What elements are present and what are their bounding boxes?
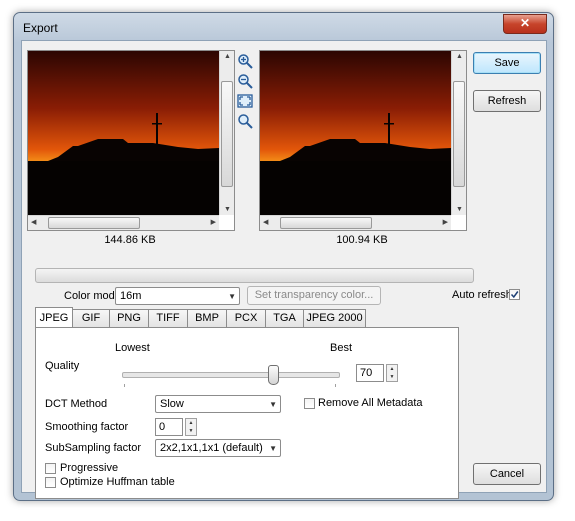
- original-size-label: 144.86 KB: [104, 234, 156, 246]
- quality-stepper[interactable]: ▲ ▼: [386, 364, 398, 382]
- chevron-down-icon: ▼: [228, 292, 236, 301]
- color-mode-value: 16m: [120, 290, 142, 302]
- zoom-toolbar: [237, 53, 255, 133]
- exported-horizontal-scrollbar[interactable]: ◀ ▶: [260, 215, 451, 230]
- cancel-button[interactable]: Cancel: [473, 463, 541, 485]
- lowest-label: Lowest: [115, 342, 150, 354]
- refresh-button[interactable]: Refresh: [473, 90, 541, 112]
- fit-window-icon[interactable]: [237, 93, 253, 109]
- dct-method-label: DCT Method: [45, 398, 108, 410]
- tab-pcx[interactable]: PCX: [226, 309, 266, 327]
- original-horizontal-scrollbar[interactable]: ◀ ▶: [28, 215, 219, 230]
- smoothing-factor-label: Smoothing factor: [45, 421, 129, 433]
- progressive-checkbox[interactable]: [45, 463, 56, 474]
- tab-jpeg-2000[interactable]: JPEG 2000: [303, 309, 366, 327]
- remove-metadata-checkbox[interactable]: [304, 398, 315, 409]
- smoothing-factor-value: 0: [159, 421, 166, 433]
- tab-tga[interactable]: TGA: [265, 309, 304, 327]
- subsampling-factor-value: 2x2,1x1,1x1 (default): [160, 442, 263, 454]
- export-progress-bar: [35, 268, 474, 283]
- smoothing-factor-stepper[interactable]: ▲ ▼: [185, 418, 197, 436]
- tab-jpeg[interactable]: JPEG: [35, 307, 73, 327]
- tab-tiff[interactable]: TIFF: [148, 309, 188, 327]
- chevron-down-icon: ▼: [269, 400, 277, 409]
- color-mode-label: Color mode: [64, 290, 121, 302]
- tab-bmp[interactable]: BMP: [187, 309, 227, 327]
- quality-input[interactable]: 70: [356, 364, 384, 382]
- exported-size-label: 100.94 KB: [336, 234, 388, 246]
- optimize-huffman-checkbox[interactable]: [45, 477, 56, 488]
- set-transparency-color-button[interactable]: Set transparency color...: [247, 286, 381, 305]
- jpeg-options-panel: Quality Lowest Best 70 ▲ ▼ DCT Method Slo…: [35, 327, 459, 499]
- original-image: [28, 51, 219, 215]
- checkmark-icon: [510, 291, 519, 299]
- subsampling-factor-select[interactable]: 2x2,1x1,1x1 (default) ▼: [155, 439, 281, 457]
- tab-gif[interactable]: GIF: [72, 309, 110, 327]
- smoothing-factor-input[interactable]: 0: [155, 418, 183, 436]
- dct-method-select[interactable]: Slow ▼: [155, 395, 281, 413]
- subsampling-factor-label: SubSampling factor: [45, 442, 141, 454]
- actual-size-icon[interactable]: [237, 113, 253, 129]
- quality-value: 70: [360, 367, 373, 379]
- original-vertical-scrollbar[interactable]: ▲ ▼: [219, 51, 234, 215]
- exported-vertical-scrollbar[interactable]: ▲ ▼: [451, 51, 466, 215]
- chevron-down-icon: ▼: [269, 444, 277, 453]
- window-title: Export: [23, 21, 58, 35]
- export-dialog: Export ✕ ▲ ▼ ◀ ▶ 144.86 KB ▲ ▼ ◀ ▶ 100.9…: [13, 12, 554, 501]
- close-button[interactable]: ✕: [503, 14, 547, 34]
- original-preview[interactable]: ▲ ▼ ◀ ▶: [27, 50, 235, 231]
- remove-metadata-label: Remove All Metadata: [318, 397, 423, 409]
- progressive-label: Progressive: [60, 462, 119, 474]
- zoom-out-icon[interactable]: [237, 73, 253, 89]
- quality-slider-thumb[interactable]: [268, 365, 279, 385]
- save-button[interactable]: Save: [473, 52, 541, 74]
- dct-method-value: Slow: [160, 398, 184, 410]
- dialog-client-area: ▲ ▼ ◀ ▶ 144.86 KB ▲ ▼ ◀ ▶ 100.94 KB Save…: [21, 40, 547, 499]
- exported-preview[interactable]: ▲ ▼ ◀ ▶: [259, 50, 467, 231]
- auto-refresh-label: Auto refresh: [452, 289, 512, 301]
- exported-image: [260, 51, 451, 215]
- optimize-huffman-label: Optimize Huffman table: [60, 476, 175, 488]
- color-mode-select[interactable]: 16m ▼: [115, 287, 240, 305]
- quality-slider[interactable]: [122, 364, 342, 388]
- best-label: Best: [330, 342, 353, 354]
- quality-label: Quality: [45, 360, 80, 372]
- zoom-in-icon[interactable]: [237, 53, 253, 69]
- auto-refresh-checkbox[interactable]: [509, 289, 520, 300]
- tab-png[interactable]: PNG: [109, 309, 149, 327]
